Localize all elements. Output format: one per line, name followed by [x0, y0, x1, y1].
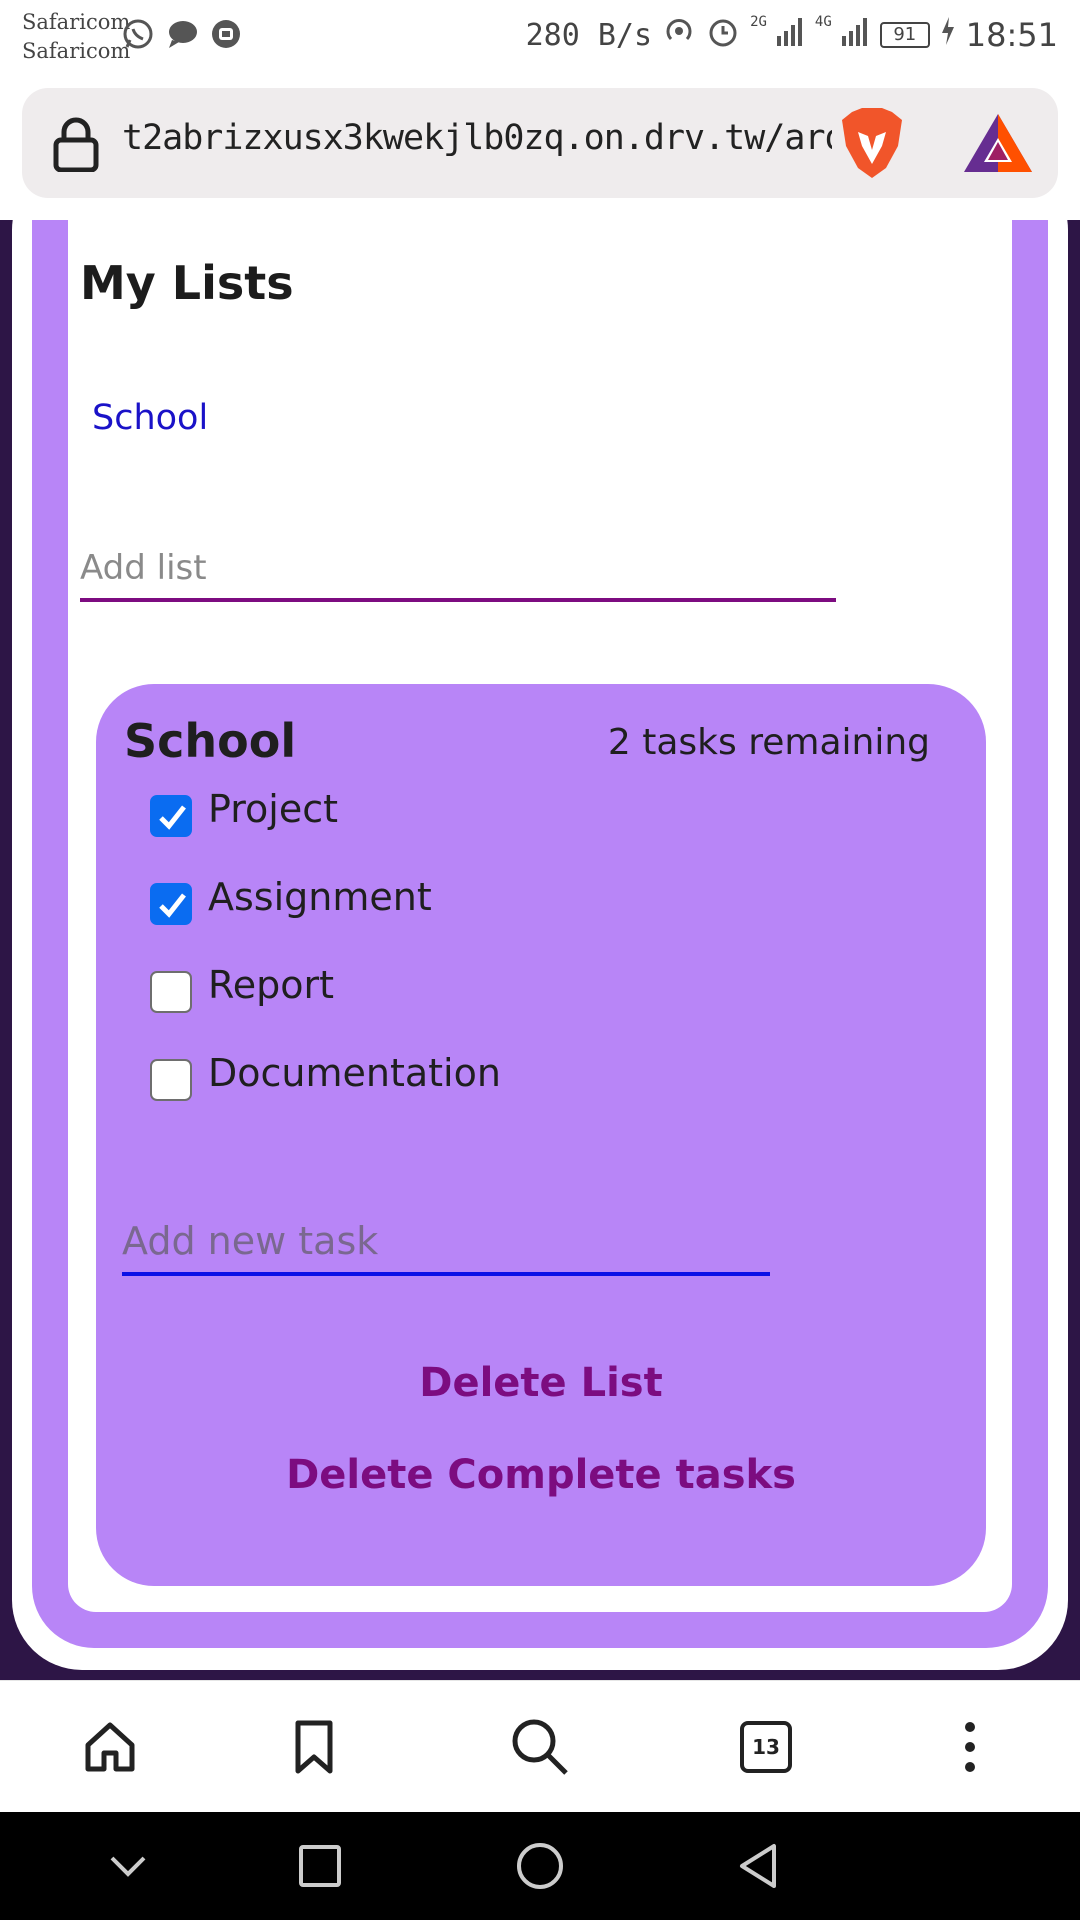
task-checkbox[interactable] [150, 883, 192, 925]
home-circle-icon[interactable] [508, 1834, 572, 1898]
task-item[interactable]: Project [150, 774, 338, 844]
delete-complete-tasks-button[interactable]: Delete Complete tasks [96, 1452, 986, 1498]
network-1-label: 2G [750, 14, 767, 30]
carrier-1: Safaricom [22, 10, 131, 34]
brave-icon[interactable] [838, 106, 906, 180]
task-label[interactable]: Project [208, 787, 338, 831]
task-label[interactable]: Documentation [208, 1051, 501, 1095]
status-bar: Safaricom Safaricom 280 B/s 2G 4G 91 18:… [0, 0, 1080, 84]
bat-rewards-icon[interactable] [962, 112, 1034, 174]
signal-icon [776, 16, 805, 54]
add-task-input[interactable] [122, 1210, 770, 1276]
signal-icon-2 [841, 16, 870, 54]
alarm-icon [706, 14, 740, 56]
browser-toolbar: 13 [0, 1680, 1080, 1812]
carrier-2: Safaricom [22, 39, 131, 63]
url-text[interactable]: t2abrizxusx3kwekjlb0zq.on.drv.tw/arookin… [122, 118, 832, 158]
task-checkbox[interactable] [150, 971, 192, 1013]
task-item[interactable]: Report [150, 950, 334, 1020]
message-icon [164, 16, 200, 52]
whatsapp-icon [120, 16, 156, 52]
task-label[interactable]: Assignment [208, 875, 432, 919]
bookmark-icon[interactable] [282, 1715, 346, 1779]
back-icon[interactable] [726, 1834, 790, 1898]
search-icon[interactable] [508, 1715, 572, 1779]
net-speed: 280 B/s [525, 17, 653, 53]
system-navigation-bar [0, 1812, 1080, 1920]
address-bar[interactable]: t2abrizxusx3kwekjlb0zq.on.drv.tw/arookin… [22, 88, 1058, 198]
hotspot-icon [662, 14, 696, 56]
tabs-icon[interactable]: 13 [734, 1715, 798, 1779]
list-title: School [124, 714, 297, 768]
recents-icon[interactable] [288, 1834, 352, 1898]
notification-icons [120, 16, 244, 52]
delete-list-button[interactable]: Delete List [96, 1360, 986, 1406]
lock-icon[interactable] [52, 116, 100, 173]
charging-icon [940, 17, 956, 53]
task-item[interactable]: Assignment [150, 862, 432, 932]
battery-icon: 91 [879, 22, 930, 48]
task-label[interactable]: Report [208, 963, 334, 1007]
tasks-remaining: 2 tasks remaining [607, 722, 930, 763]
active-list-card: School 2 tasks remaining Project Assignm… [96, 684, 986, 1586]
status-indicators: 280 B/s 2G 4G 91 18:51 [526, 14, 1058, 56]
network-2-label: 4G [814, 14, 832, 30]
list-link-school[interactable]: School [92, 398, 208, 438]
task-checkbox[interactable] [150, 1059, 192, 1101]
carrier-names: Safaricom Safaricom [22, 8, 130, 66]
more-icon[interactable] [938, 1715, 1002, 1779]
task-item[interactable]: Documentation [150, 1038, 501, 1108]
add-list-input[interactable] [80, 538, 836, 602]
clock: 18:51 [965, 16, 1058, 54]
task-checkbox[interactable] [150, 795, 192, 837]
chevron-down-icon[interactable] [96, 1834, 160, 1898]
tabs-count[interactable]: 13 [740, 1721, 792, 1773]
home-icon[interactable] [78, 1715, 142, 1779]
shield-icon [208, 16, 244, 52]
page-title: My Lists [80, 256, 294, 310]
